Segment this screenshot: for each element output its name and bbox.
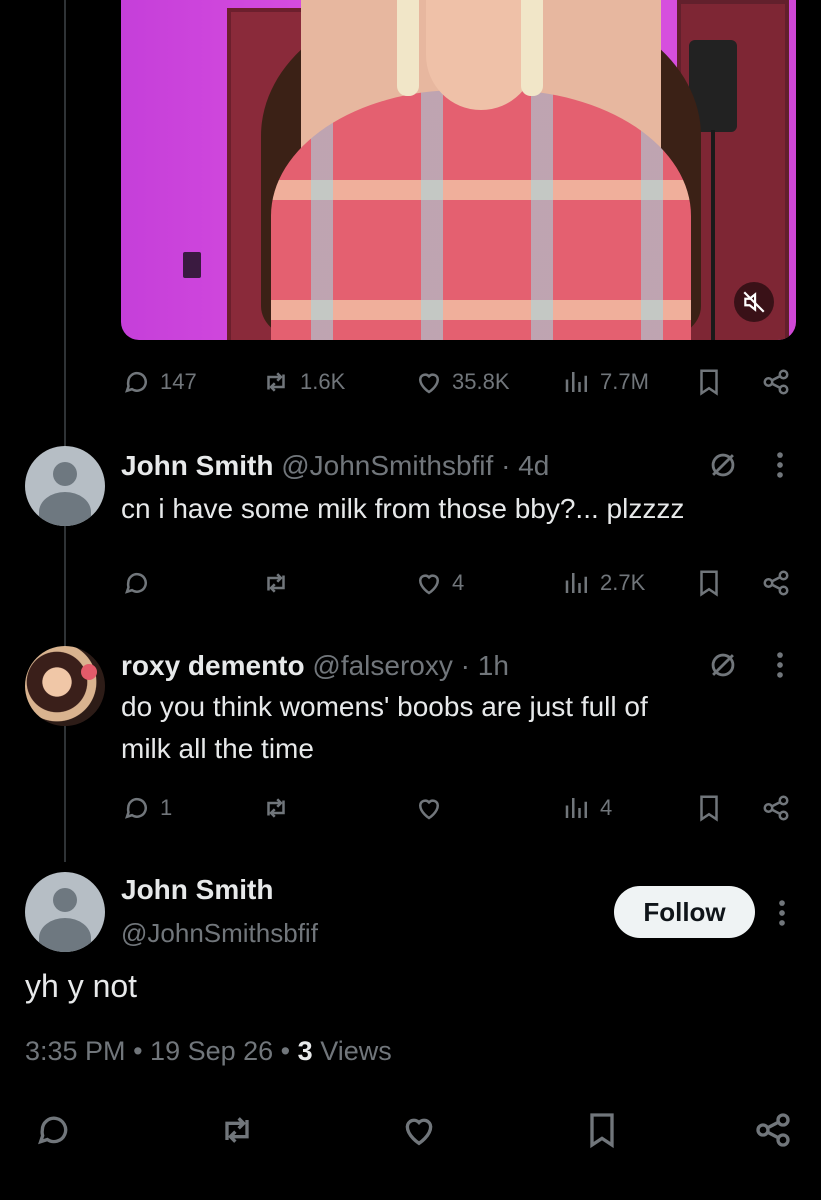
reply-icon: [38, 1116, 68, 1145]
avatar-flower: [81, 664, 97, 680]
reply-header: John Smith @JohnSmithsbfif · 4d: [121, 450, 549, 482]
reply-text-line: do you think womens' boobs are just full…: [121, 691, 648, 722]
like-count: 35.8K: [452, 369, 510, 394]
mute-icon[interactable]: [734, 282, 774, 322]
reply-button[interactable]: [34, 1110, 74, 1150]
views-count: 7.7M: [600, 369, 649, 394]
like-button[interactable]: 4: [414, 563, 464, 603]
reply-button[interactable]: 147: [122, 362, 197, 402]
video-person-earring: [521, 0, 543, 96]
author-handle[interactable]: @JohnSmithsbfif: [281, 450, 493, 481]
views-label: Views: [320, 1036, 392, 1066]
share-button[interactable]: [760, 362, 792, 402]
more-icon[interactable]: [772, 896, 792, 935]
repost-button[interactable]: 1.6K: [260, 362, 345, 402]
repost-button[interactable]: [216, 1110, 258, 1150]
avatar[interactable]: [25, 446, 105, 526]
share-icon: [763, 570, 789, 596]
bookmark-icon: [700, 369, 718, 396]
avatar[interactable]: [25, 872, 105, 952]
views-button[interactable]: 2.7K: [562, 563, 645, 603]
author-name[interactable]: John Smith: [121, 450, 273, 481]
tweet-video[interactable]: [121, 0, 796, 340]
like-button[interactable]: 35.8K: [414, 362, 510, 402]
repost-icon: [225, 1117, 249, 1143]
avatar[interactable]: [25, 646, 105, 726]
reply-button[interactable]: 1: [122, 788, 172, 828]
bookmark-icon: [590, 1113, 614, 1149]
focused-tweet-actions: [0, 1110, 821, 1154]
more-icon[interactable]: [770, 648, 790, 687]
main-tweet-actions: 147 1.6K 35.8K 7.7M: [0, 362, 821, 402]
like-count: 4: [452, 570, 465, 595]
like-icon: [405, 1118, 433, 1146]
tweet-meta: 3:35 PM • 19 Sep 26 • 3 Views: [25, 1036, 392, 1067]
views-button[interactable]: 7.7M: [562, 362, 649, 402]
like-icon: [418, 799, 440, 820]
reply-text-line: milk all the time: [121, 733, 314, 764]
share-button[interactable]: [760, 788, 792, 828]
bookmark-icon: [700, 570, 718, 597]
tweet-date[interactable]: 19 Sep 26: [150, 1036, 273, 1066]
grok-icon[interactable]: [706, 448, 740, 487]
views-icon: [565, 372, 587, 392]
reply-text: cn i have some milk from those bby?... p…: [121, 493, 685, 524]
repost-icon: [267, 372, 285, 392]
thread-line: [64, 0, 66, 862]
separator: •: [280, 1036, 291, 1066]
reply-icon: [125, 797, 147, 819]
like-icon: [418, 574, 440, 595]
follow-button[interactable]: Follow: [614, 886, 755, 938]
more-icon[interactable]: [770, 448, 790, 487]
share-button[interactable]: [752, 1110, 794, 1150]
repost-button[interactable]: [260, 563, 292, 603]
views-icon: [565, 573, 587, 593]
share-icon: [756, 1113, 790, 1147]
bookmark-button[interactable]: [694, 563, 724, 603]
separator: •: [133, 1036, 143, 1066]
bookmark-button[interactable]: [694, 362, 724, 402]
reply-icon: [125, 371, 147, 393]
reply-time: · 1h: [460, 650, 509, 681]
repost-icon: [267, 573, 285, 593]
like-icon: [418, 373, 440, 394]
reply-count: 1: [160, 795, 173, 820]
views-count: 2.7K: [600, 570, 646, 595]
views-count: 4: [600, 795, 613, 820]
like-button[interactable]: [398, 1110, 440, 1150]
share-icon: [763, 795, 789, 821]
share-button[interactable]: [760, 563, 792, 603]
views-icon: [565, 798, 587, 818]
video-background-switch: [183, 252, 201, 278]
author-handle[interactable]: @falseroxy: [312, 650, 452, 681]
views-button[interactable]: 4: [562, 788, 612, 828]
reply-button[interactable]: [122, 563, 152, 603]
author-name[interactable]: roxy demento: [121, 650, 305, 681]
video-background-stand: [711, 130, 715, 340]
views-count: 3: [297, 1036, 313, 1066]
bookmark-button[interactable]: [582, 1110, 622, 1150]
author-name[interactable]: John Smith: [121, 874, 273, 906]
reply-count: 147: [160, 369, 197, 394]
grok-icon[interactable]: [706, 648, 740, 687]
video-person-earring: [397, 0, 419, 96]
author-handle[interactable]: @JohnSmithsbfif: [121, 918, 318, 949]
share-icon: [763, 369, 789, 395]
reply-header: roxy demento @falseroxy · 1h: [121, 650, 509, 682]
tweet-text: yh y not: [25, 968, 138, 1004]
like-button[interactable]: [414, 788, 444, 828]
video-person-neck: [426, 0, 536, 110]
reply-icon: [125, 572, 147, 594]
bookmark-icon: [700, 795, 718, 822]
reply-actions: 4 2.7K: [0, 563, 821, 603]
reply-time: · 4d: [501, 450, 550, 481]
repost-icon: [267, 798, 285, 818]
repost-count: 1.6K: [300, 369, 346, 394]
tweet-time[interactable]: 3:35 PM: [25, 1036, 126, 1066]
bookmark-button[interactable]: [694, 788, 724, 828]
reply-actions: 1 4: [0, 788, 821, 828]
video-person-shirt: [271, 90, 691, 340]
repost-button[interactable]: [260, 788, 292, 828]
